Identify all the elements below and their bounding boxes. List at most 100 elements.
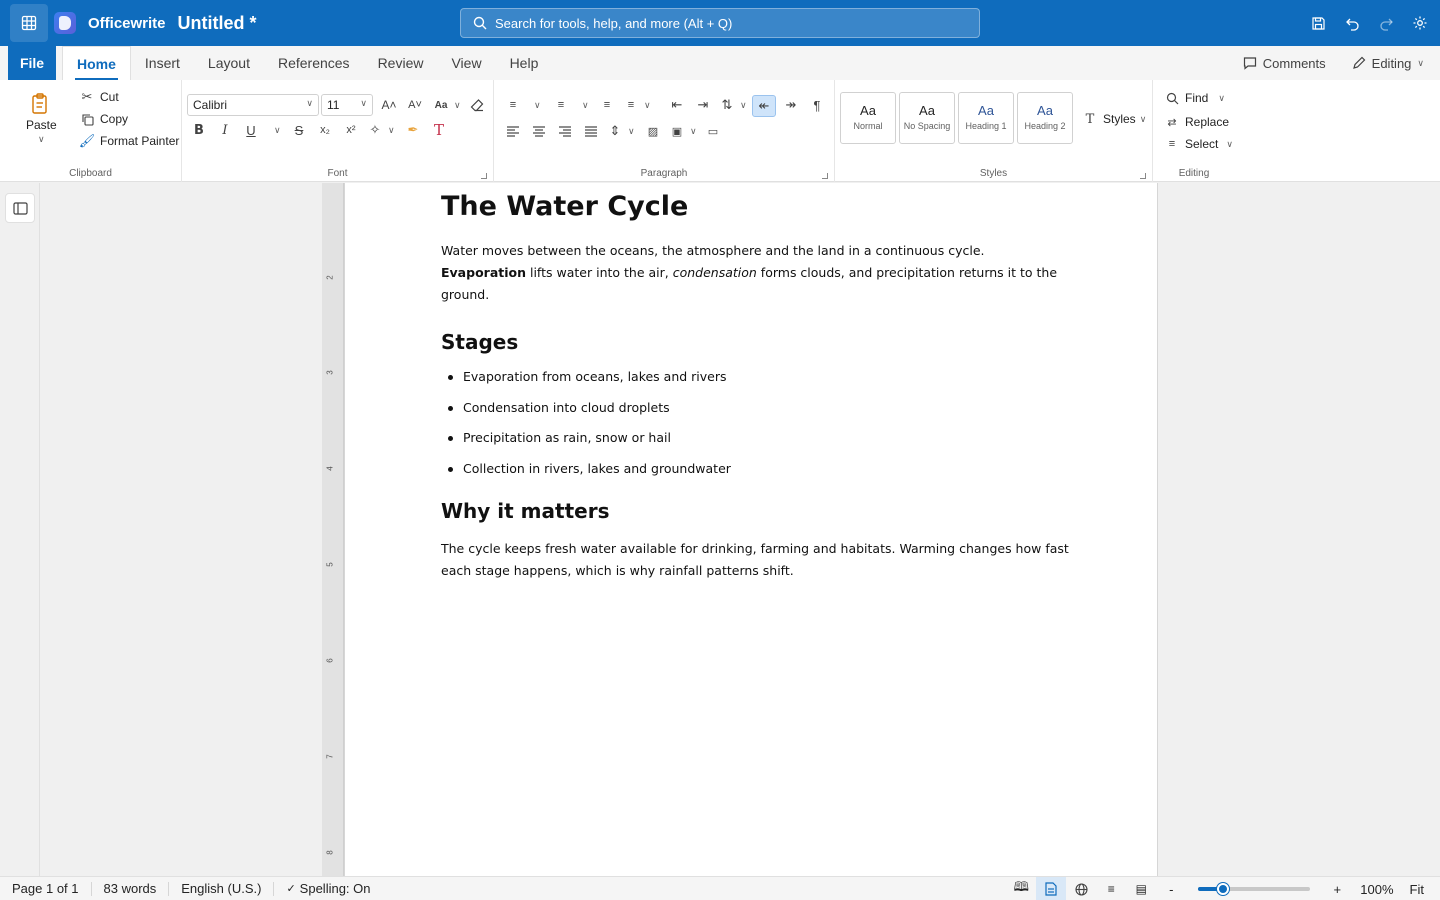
redo-icon[interactable]: [1378, 15, 1394, 31]
paste-button[interactable]: Paste ∨: [26, 92, 57, 145]
superscript-icon: x²: [346, 124, 356, 136]
paragraph-dialog-launcher[interactable]: [822, 173, 828, 179]
style-no-spacing[interactable]: Aa No Spacing: [899, 92, 955, 144]
replace-button[interactable]: ⇄ Replace: [1163, 113, 1229, 131]
box-border-button[interactable]: ▭: [704, 122, 722, 140]
ltr-direction-button[interactable]: ↞: [752, 95, 776, 117]
bullets-button[interactable]: ≡ ∨: [504, 96, 541, 114]
multilevel-list-button[interactable]: ≡: [598, 96, 616, 114]
tab-layout[interactable]: Layout: [194, 46, 264, 80]
document-body[interactable]: The Water Cycle Water moves between the …: [441, 183, 1071, 582]
language-indicator[interactable]: English (U.S.): [169, 881, 275, 896]
list-style-button[interactable]: ≡ ∨: [622, 96, 651, 114]
list-item: Collection in rivers, lakes and groundwa…: [441, 458, 1071, 480]
increase-indent-button[interactable]: ⇥: [694, 96, 712, 114]
align-center-button[interactable]: [530, 122, 548, 140]
change-case-button[interactable]: Aa ∨: [432, 96, 461, 114]
subscript-button[interactable]: x₂: [316, 121, 334, 139]
zoom-in-button[interactable]: +: [1322, 877, 1352, 900]
superscript-button[interactable]: x²: [342, 121, 360, 139]
tab-insert[interactable]: Insert: [131, 46, 194, 80]
comments-button[interactable]: Comments: [1243, 56, 1326, 71]
align-left-button[interactable]: [504, 122, 522, 140]
shrink-font-button[interactable]: A˅: [406, 96, 424, 114]
italic-button[interactable]: I: [216, 121, 234, 139]
decrease-indent-icon: ⇤: [671, 97, 683, 112]
tab-help[interactable]: Help: [496, 46, 553, 80]
search-box[interactable]: Search for tools, help, and more (Alt + …: [460, 8, 980, 38]
line-spacing-button[interactable]: ⇕ ∨: [606, 122, 635, 140]
document-title[interactable]: Untitled *: [178, 13, 257, 34]
ribbon-tabs: File Home Insert Layout References Revie…: [0, 46, 1440, 80]
page-count[interactable]: Page 1 of 1: [0, 881, 92, 896]
styles-pane-button[interactable]: T Styles ∨: [1081, 110, 1147, 128]
styles-dialog-launcher[interactable]: [1140, 173, 1146, 179]
ruler-number: 3: [325, 370, 335, 375]
why-heading: Why it matters: [441, 498, 610, 523]
chevron-down-icon: ∨: [1218, 92, 1225, 103]
tab-home[interactable]: Home: [62, 46, 131, 80]
find-button[interactable]: Find ∨: [1163, 89, 1225, 107]
strikethrough-button[interactable]: S: [290, 121, 308, 139]
navigation-pane-button[interactable]: [5, 193, 35, 223]
settings-gear-icon[interactable]: [1412, 15, 1428, 31]
cut-button[interactable]: ✂ Cut: [78, 88, 119, 106]
borders-button[interactable]: ▣ ∨: [668, 122, 697, 140]
draft-button[interactable]: ▤: [1126, 877, 1156, 900]
outline-icon: ≡: [1107, 882, 1115, 896]
text-effects-button[interactable]: ✧ ∨: [366, 121, 395, 139]
style-normal[interactable]: Aa Normal: [840, 92, 896, 144]
fit-button[interactable]: Fit: [1402, 882, 1440, 897]
editing-mode-button[interactable]: Editing ∨: [1352, 56, 1424, 71]
align-right-button[interactable]: [556, 122, 574, 140]
print-layout-button[interactable]: [1036, 877, 1067, 900]
tab-view[interactable]: View: [437, 46, 495, 80]
zoom-slider-thumb[interactable]: [1216, 883, 1229, 895]
app-launcher-button[interactable]: [10, 4, 48, 42]
tab-file[interactable]: File: [8, 46, 56, 80]
app-name: Officewrite: [88, 14, 166, 32]
undo-icon[interactable]: [1344, 15, 1360, 31]
save-icon[interactable]: [1310, 15, 1326, 31]
spelling-label: Spelling: On: [299, 881, 371, 896]
grow-font-button[interactable]: A˄: [380, 96, 398, 114]
style-heading-1[interactable]: Aa Heading 1: [958, 92, 1014, 144]
show-marks-button[interactable]: ¶: [808, 96, 826, 114]
copy-button[interactable]: Copy: [78, 110, 128, 128]
clear-formatting-button[interactable]: [468, 96, 486, 114]
zoom-out-button[interactable]: -: [1156, 877, 1186, 900]
zoom-level[interactable]: 100%: [1352, 882, 1401, 897]
paste-dropdown-icon[interactable]: ∨: [38, 134, 45, 145]
format-painter-button[interactable]: 🖌 Format Painter: [78, 132, 180, 150]
bullet-list-icon: ≡: [509, 99, 517, 111]
font-color-button[interactable]: T: [430, 121, 448, 139]
rtl-direction-button[interactable]: ↠: [782, 96, 800, 114]
numbering-button[interactable]: ≡ ∨: [552, 96, 589, 114]
web-layout-button[interactable]: [1066, 877, 1096, 900]
bold-button[interactable]: B: [190, 121, 208, 139]
zoom-slider[interactable]: [1198, 883, 1311, 895]
underline-button[interactable]: U ∨: [242, 121, 280, 139]
tab-references[interactable]: References: [264, 46, 364, 80]
read-mode-button[interactable]: 🕮: [1006, 877, 1036, 900]
font-family-select[interactable]: Calibri ∨: [187, 94, 319, 116]
style-heading-2[interactable]: Aa Heading 2: [1017, 92, 1073, 144]
ruler-number: 6: [325, 658, 335, 663]
copy-icon: [78, 110, 96, 128]
font-size-select[interactable]: 11 ∨: [321, 94, 373, 116]
sort-button[interactable]: ⇅ ∨: [718, 96, 747, 114]
word-count[interactable]: 83 words: [92, 881, 170, 896]
decrease-indent-button[interactable]: ⇤: [668, 96, 686, 114]
pencil-icon: [1352, 56, 1366, 69]
outline-button[interactable]: ≡: [1096, 877, 1126, 900]
font-dialog-launcher[interactable]: [481, 173, 487, 179]
spelling-indicator[interactable]: ✓ Spelling: On: [274, 881, 382, 896]
shading-button[interactable]: ▨: [644, 122, 662, 140]
document-page[interactable]: The Water Cycle Water moves between the …: [344, 183, 1158, 876]
globe-icon: [1075, 882, 1088, 896]
tab-review[interactable]: Review: [364, 46, 438, 80]
highlight-button[interactable]: ✒: [404, 121, 422, 139]
justify-button[interactable]: [582, 122, 600, 140]
select-button[interactable]: ≡ Select ∨: [1163, 135, 1233, 153]
style-preview: Aa: [978, 103, 994, 118]
